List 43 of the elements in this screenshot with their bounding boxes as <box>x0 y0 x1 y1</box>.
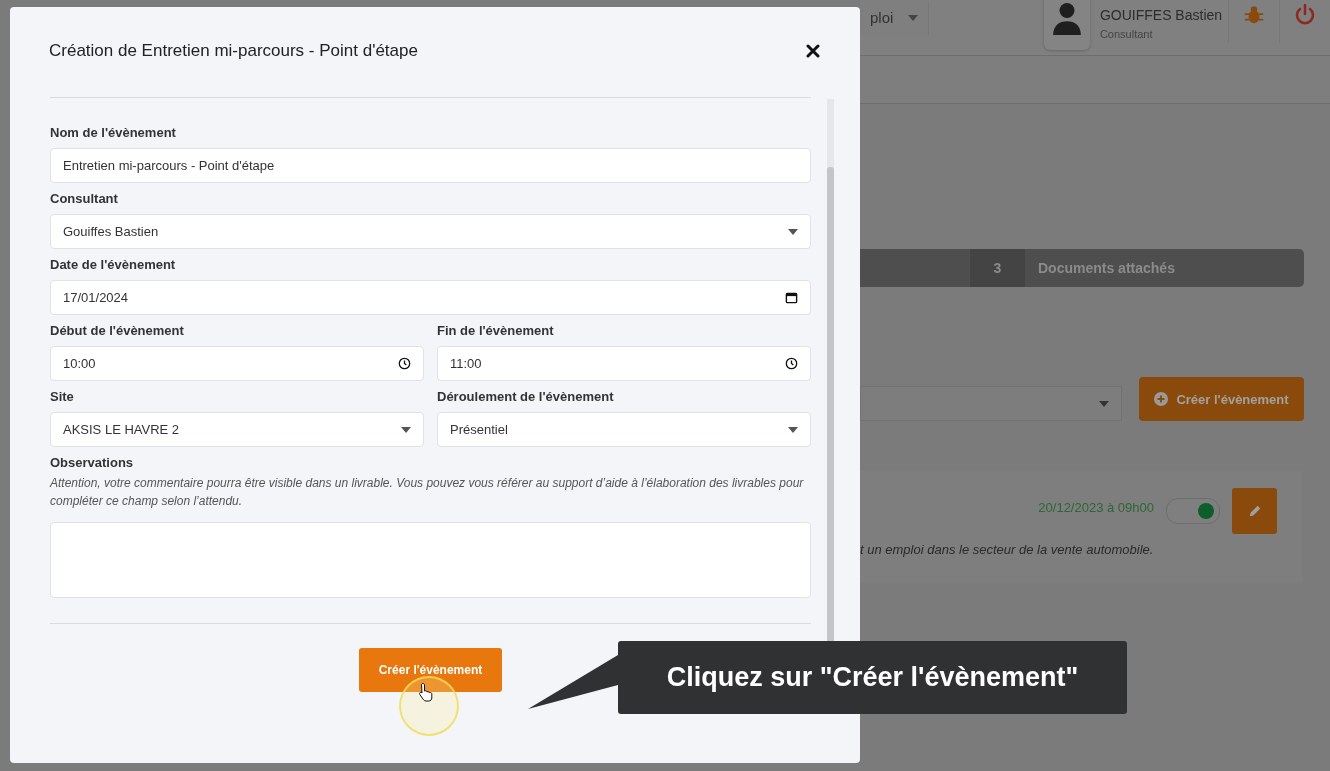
tab-number: 3 <box>970 249 1025 287</box>
bug-icon[interactable] <box>1243 4 1266 26</box>
user-name: GOUIFFES Bastien <box>1099 7 1224 23</box>
input-field[interactable]: 11:00 <box>437 346 811 381</box>
field-label: Observations <box>50 455 135 470</box>
clock-icon[interactable] <box>785 357 798 370</box>
calendar-icon[interactable] <box>785 291 798 304</box>
edit-button[interactable] <box>1232 488 1277 534</box>
close-icon[interactable] <box>806 44 820 58</box>
hint-text: Attention, votre commentaire pourra être visible dans un livrable. Vous pouvez vous référer au support d’aide à l’élaboration des livrables pour compléter ce champ selon l’attendu. <box>50 475 805 510</box>
plus-circle-icon <box>1154 392 1169 406</box>
dropdown[interactable] <box>860 386 1122 421</box>
caret-icon <box>1099 400 1109 407</box>
hand-cursor-icon <box>418 682 434 702</box>
caret-icon <box>907 14 918 21</box>
tooltip-text: Cliquez sur "Créer l'évènement" <box>666 662 1079 693</box>
caret-icon <box>401 426 411 433</box>
user-silhouette-icon <box>1050 2 1083 35</box>
input-field[interactable]: 17/01/2024 <box>50 280 811 315</box>
textarea-field[interactable] <box>50 522 811 598</box>
input-field[interactable]: Présentiel <box>437 412 811 447</box>
field-label: Consultant <box>50 191 119 206</box>
input-field[interactable]: 10:00 <box>50 346 424 381</box>
tab-label: Documents attachés <box>1037 260 1175 276</box>
field-label: Date de l'évènement <box>50 257 177 272</box>
modal-title: Création de Entretien mi-parcours - Point d'étape <box>49 41 418 61</box>
field-label: Site <box>50 389 75 404</box>
event-date: 20/12/2023 à 09h00 <box>1038 499 1154 515</box>
caret-icon <box>788 426 798 433</box>
click-highlight-circle <box>399 676 459 736</box>
input-field[interactable]: AKSIS LE HAVRE 2 <box>50 412 424 447</box>
field-label: Fin de l'évènement <box>437 323 555 338</box>
field-label: Début de l'évènement <box>50 323 185 338</box>
event-description: t un emploi dans le secteur de la vente automobile. <box>860 542 1155 557</box>
field-label: Nom de l'évènement <box>50 125 177 140</box>
user-role: Consultant <box>1099 28 1154 40</box>
clock-icon[interactable] <box>398 357 411 370</box>
input-field[interactable]: Gouiffes Bastien <box>50 214 811 249</box>
caret-icon <box>788 228 798 235</box>
input-field[interactable]: Entretien mi-parcours - Point d'étape <box>50 148 811 183</box>
toggle-switch[interactable] <box>1166 498 1220 524</box>
field-label: Déroulement de l'évènement <box>437 389 615 404</box>
pencil-icon <box>1247 504 1262 518</box>
